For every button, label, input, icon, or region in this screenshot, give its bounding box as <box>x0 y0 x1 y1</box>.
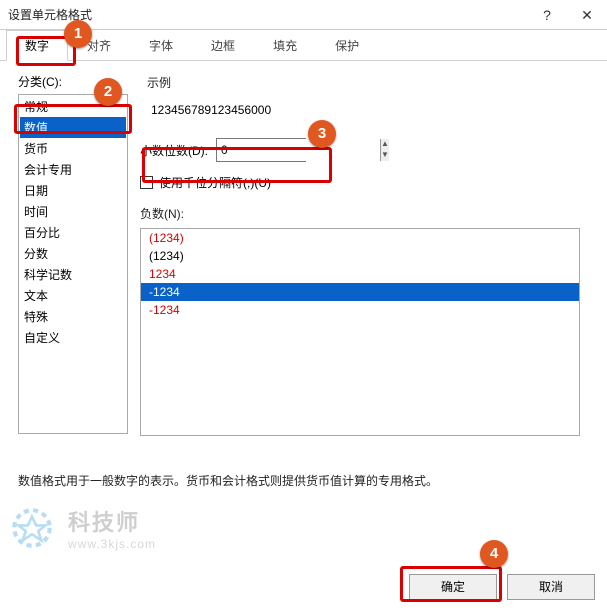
cat-fraction[interactable]: 分数 <box>20 243 126 264</box>
titlebar: 设置单元格格式 ? ✕ <box>0 0 607 30</box>
neg-item[interactable]: (1234) <box>141 247 579 265</box>
cancel-button[interactable]: 取消 <box>507 574 595 600</box>
cat-currency[interactable]: 货币 <box>20 138 126 159</box>
spinner-up-icon[interactable]: ▲ <box>381 139 389 150</box>
decimals-spinner[interactable]: ▲ ▼ <box>216 138 306 162</box>
annotation-badge-4: 4 <box>480 540 508 568</box>
cat-percentage[interactable]: 百分比 <box>20 222 126 243</box>
sample-value: 123456789123456000 <box>147 97 582 123</box>
category-list[interactable]: 常规 数值 货币 会计专用 日期 时间 百分比 分数 科学记数 文本 特殊 自定… <box>18 94 128 434</box>
ok-button[interactable]: 确定 <box>409 574 497 600</box>
cat-custom[interactable]: 自定义 <box>20 327 126 348</box>
sample-label: 示例 <box>147 74 582 91</box>
cat-text[interactable]: 文本 <box>20 285 126 306</box>
watermark-logo-icon <box>6 502 58 554</box>
tab-border[interactable]: 边框 <box>192 30 254 60</box>
thousands-label: 使用千位分隔符(,)(U) <box>159 174 271 191</box>
cat-time[interactable]: 时间 <box>20 201 126 222</box>
watermark-url: www.3kjs.com <box>68 537 156 551</box>
cat-number[interactable]: 数值 <box>20 117 126 138</box>
watermark-title: 科技师 <box>68 505 156 537</box>
annotation-badge-3: 3 <box>308 120 336 148</box>
decimals-input[interactable] <box>217 139 380 161</box>
cat-accounting[interactable]: 会计专用 <box>20 159 126 180</box>
cat-scientific[interactable]: 科学记数 <box>20 264 126 285</box>
neg-item[interactable]: -1234 <box>141 283 579 301</box>
tab-number[interactable]: 数字 <box>6 30 68 61</box>
tab-protect[interactable]: 保护 <box>316 30 378 60</box>
neg-item[interactable]: 1234 <box>141 265 579 283</box>
decimals-label: 小数位数(D): <box>140 142 208 159</box>
cat-special[interactable]: 特殊 <box>20 306 126 327</box>
format-footnote: 数值格式用于一般数字的表示。货币和会计格式则提供货币值计算的专用格式。 <box>18 472 438 489</box>
thousands-checkbox[interactable] <box>140 176 153 189</box>
watermark: 科技师 www.3kjs.com <box>6 502 156 554</box>
negative-list[interactable]: (1234) (1234) 1234 -1234 -1234 <box>140 228 580 436</box>
annotation-badge-1: 1 <box>64 20 92 48</box>
tab-fill[interactable]: 填充 <box>254 30 316 60</box>
neg-item[interactable]: (1234) <box>141 229 579 247</box>
neg-item[interactable]: -1234 <box>141 301 579 319</box>
annotation-badge-2: 2 <box>94 78 122 106</box>
cat-date[interactable]: 日期 <box>20 180 126 201</box>
spinner-down-icon[interactable]: ▼ <box>381 150 389 161</box>
help-icon[interactable]: ? <box>527 0 567 30</box>
close-icon[interactable]: ✕ <box>567 0 607 30</box>
negative-label: 负数(N): <box>140 205 589 222</box>
tab-font[interactable]: 字体 <box>130 30 192 60</box>
